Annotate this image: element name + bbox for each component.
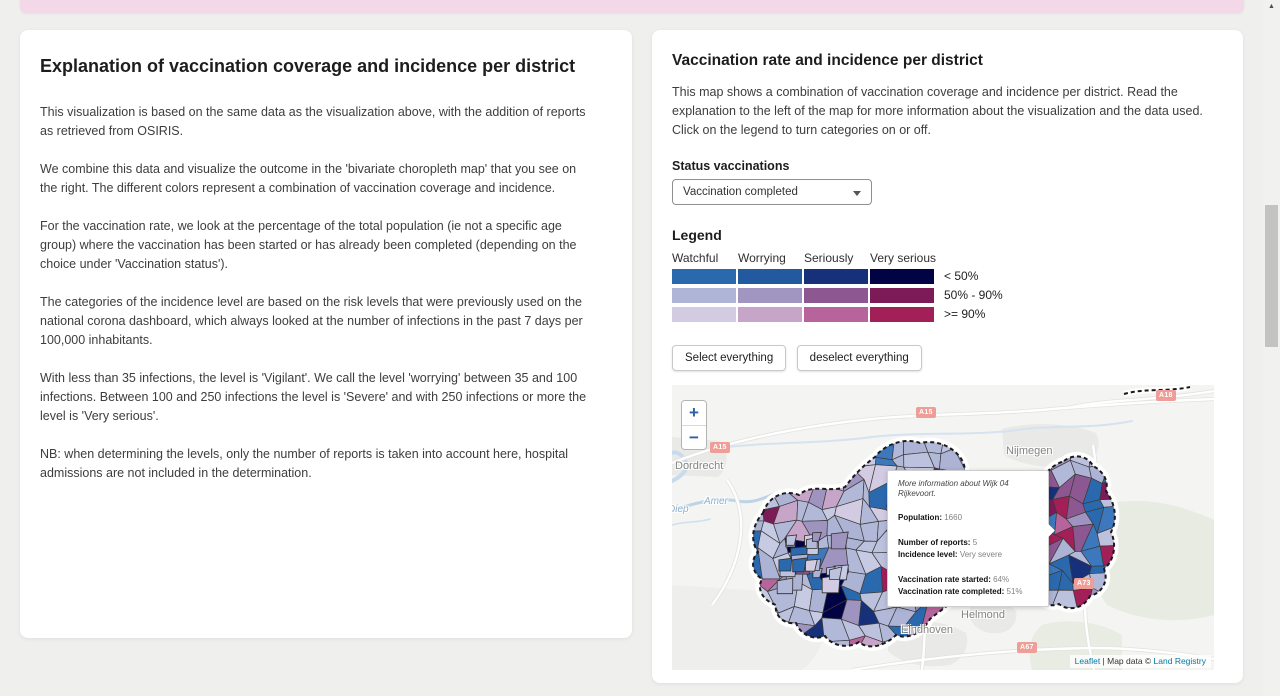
leaflet-link[interactable]: Leaflet: [1075, 656, 1101, 666]
chevron-down-icon: [853, 191, 861, 196]
map-panel-intro: This map shows a combination of vaccinat…: [672, 83, 1212, 140]
tooltip-title: More information about Wijk 04 Rijkevoor…: [898, 479, 1038, 499]
legend-cell-r0c2[interactable]: [804, 269, 868, 284]
legend-column-headers: Watchful Worrying Seriously Very serious: [672, 251, 1223, 266]
legend-grid: < 50% 50% - 90% >= 90%: [672, 269, 1223, 322]
city-label-dordrecht: Dordrecht: [675, 460, 723, 472]
legend-col-very-serious: Very serious: [870, 251, 936, 266]
tooltip-incidence-label: Incidence level:: [898, 550, 958, 559]
status-vaccinations-label: Status vaccinations: [672, 158, 1223, 174]
legend-cell-r1c0[interactable]: [672, 288, 736, 303]
road-badge-a15-mid: A15: [916, 407, 936, 418]
road-badge-a18: A18: [1156, 390, 1176, 401]
legend-cell-r0c3[interactable]: [870, 269, 934, 284]
legend-cell-r2c0[interactable]: [672, 307, 736, 322]
tooltip-completed-value: 51%: [1007, 587, 1023, 596]
select-everything-button[interactable]: Select everything: [672, 345, 786, 371]
zoom-in-button[interactable]: +: [682, 401, 706, 425]
explanation-paragraph: For the vaccination rate, we look at the…: [40, 217, 588, 274]
legend-row-label-50-90: 50% - 90%: [944, 288, 1003, 303]
explanation-paragraph: This visualization is based on the same …: [40, 103, 588, 141]
tooltip-reports-label: Number of reports:: [898, 538, 970, 547]
legend-cell-r1c3[interactable]: [870, 288, 934, 303]
road-badge-a73: A73: [1074, 578, 1094, 589]
tooltip-population-label: Population:: [898, 513, 942, 522]
tooltip-reports-value: 5: [973, 538, 977, 547]
city-label-eindhoven: Eindhoven: [901, 624, 953, 636]
explanation-panel: Explanation of vaccination coverage and …: [20, 30, 632, 638]
explanation-title: Explanation of vaccination coverage and …: [40, 54, 588, 78]
tooltip-population-value: 1660: [944, 513, 962, 522]
legend-row-label-gte90: >= 90%: [944, 307, 985, 322]
legend-cell-r1c2[interactable]: [804, 288, 868, 303]
legend-row-label-lt50: < 50%: [944, 269, 978, 284]
scrollbar-up-arrow[interactable]: ▲: [1263, 0, 1280, 14]
city-label-helmond: Helmond: [961, 609, 1005, 621]
tooltip-completed-label: Vaccination rate completed:: [898, 587, 1004, 596]
dropdown-selected-value: Vaccination completed: [683, 186, 798, 198]
legend-col-seriously: Seriously: [804, 251, 870, 266]
legend-cell-r0c0[interactable]: [672, 269, 736, 284]
water-label-diep: Diep: [672, 504, 689, 515]
map-panel: Vaccination rate and incidence per distr…: [652, 30, 1243, 683]
tooltip-incidence-value: Very severe: [960, 550, 1002, 559]
legend-title: Legend: [672, 227, 1223, 244]
water-label-amer: Amer: [704, 496, 728, 507]
road-badge-a15-west: A15: [710, 442, 730, 453]
top-pink-banner: [20, 0, 1244, 13]
legend-cell-r2c2[interactable]: [804, 307, 868, 322]
attribution-text: | Map data ©: [1100, 656, 1153, 666]
legend-cell-r2c3[interactable]: [870, 307, 934, 322]
map-zoom-control: + −: [681, 400, 707, 450]
legend-col-worrying: Worrying: [738, 251, 804, 266]
deselect-everything-button[interactable]: deselect everything: [797, 345, 922, 371]
legend-cell-r1c1[interactable]: [738, 288, 802, 303]
legend-col-watchful: Watchful: [672, 251, 738, 266]
map-attribution: Leaflet | Map data © Land Registry: [1070, 655, 1211, 668]
explanation-paragraph: We combine this data and visualize the o…: [40, 160, 588, 198]
map-panel-title: Vaccination rate and incidence per distr…: [672, 50, 1223, 71]
explanation-paragraph: With less than 35 infections, the level …: [40, 369, 588, 426]
tooltip-started-value: 64%: [993, 575, 1009, 584]
tooltip-started-label: Vaccination rate started:: [898, 575, 991, 584]
city-label-nijmegen: Nijmegen: [1006, 445, 1052, 457]
zoom-out-button[interactable]: −: [682, 425, 706, 449]
road-badge-a67: A67: [1017, 642, 1037, 653]
legend-cell-r2c1[interactable]: [738, 307, 802, 322]
explanation-paragraph: NB: when determining the levels, only th…: [40, 445, 588, 483]
scrollbar-thumb[interactable]: [1265, 205, 1278, 347]
land-registry-link[interactable]: Land Registry: [1154, 656, 1206, 666]
legend-cell-r0c1[interactable]: [738, 269, 802, 284]
page-scrollbar[interactable]: ▲: [1263, 0, 1280, 696]
explanation-paragraph: The categories of the incidence level ar…: [40, 293, 588, 350]
district-tooltip: More information about Wijk 04 Rijkevoor…: [887, 470, 1049, 607]
status-vaccinations-dropdown[interactable]: Vaccination completed: [672, 179, 872, 205]
choropleth-map[interactable]: Dordrecht Nijmegen Eindhoven Helmond Ame…: [672, 385, 1214, 670]
